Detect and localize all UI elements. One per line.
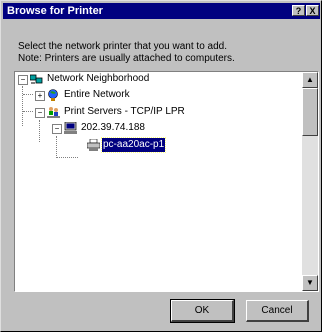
scroll-thumb[interactable] (302, 88, 318, 136)
vertical-scrollbar[interactable]: ▲ ▼ (302, 72, 318, 291)
collapse-toggle[interactable]: − (35, 108, 45, 118)
help-button[interactable]: ? (292, 5, 305, 16)
window-title: Browse for Printer (7, 5, 103, 17)
tree-connector (56, 157, 78, 158)
cancel-button[interactable]: Cancel (246, 300, 309, 322)
browse-for-printer-dialog: Browse for Printer ? X Select the networ… (0, 0, 322, 332)
collapse-toggle[interactable]: − (52, 124, 62, 134)
tree-connector (39, 120, 40, 142)
printer-tree-view[interactable]: − Network Neighborhood + Entire Network … (14, 71, 319, 292)
scroll-up-button[interactable]: ▲ (302, 72, 318, 88)
tree-connector (23, 111, 33, 112)
tree-item-label: Network Neighborhood (47, 73, 150, 84)
tree-item-label: Entire Network (64, 89, 130, 100)
tree-connector (23, 94, 33, 95)
instruction-text: Select the network printer that you want… (18, 41, 308, 65)
tree-item-label: 202.39.74.188 (81, 122, 145, 133)
ok-button[interactable]: OK (170, 299, 235, 323)
printer-icon (87, 139, 100, 151)
collapse-toggle[interactable]: − (18, 75, 28, 85)
instruction-line-2: Note: Printers are usually attached to c… (18, 53, 235, 64)
scroll-down-button[interactable]: ▼ (302, 275, 318, 291)
tree-connector (56, 136, 57, 158)
instruction-line-1: Select the network printer that you want… (18, 41, 228, 52)
title-bar[interactable]: Browse for Printer ? X (3, 3, 320, 19)
computer-icon (64, 122, 77, 134)
tree-connector (22, 86, 23, 126)
network-neighborhood-icon (30, 74, 43, 84)
globe-icon (48, 89, 58, 101)
close-button[interactable]: X (306, 5, 319, 16)
selected-printer-label: pc-aa20ac-p1 (100, 137, 167, 153)
tree-item-label: Print Servers - TCP/IP LPR (64, 106, 185, 117)
expand-toggle[interactable]: + (35, 91, 45, 101)
people-network-icon (47, 107, 60, 118)
